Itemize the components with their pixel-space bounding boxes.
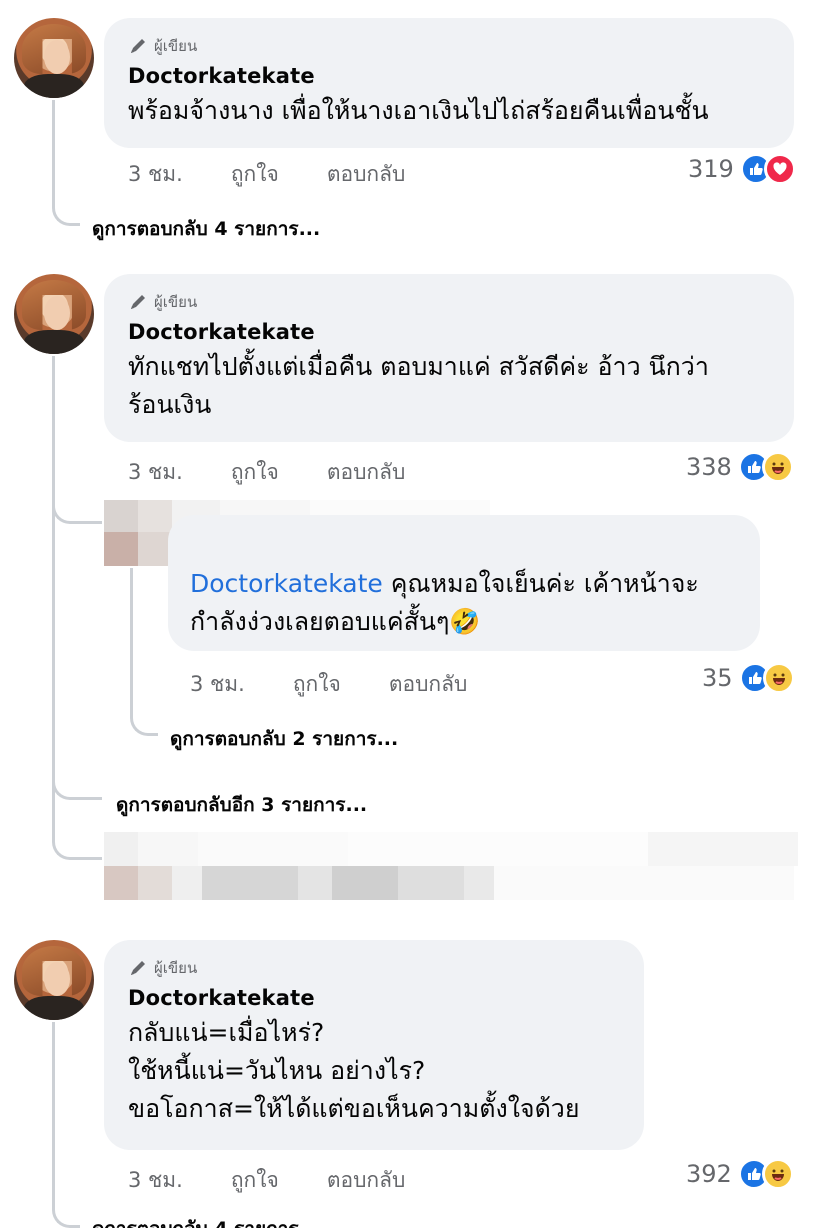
comment-text-line: กลับแน่=เมื่อไหร่?: [128, 1018, 325, 1047]
thread-connector: [52, 1022, 80, 1228]
reply-button[interactable]: ตอบกลับ: [327, 1164, 406, 1197]
mention-link[interactable]: Doctorkatekate: [190, 569, 383, 598]
comment-bubble: ผู้เขียน Doctorkatekate พร้อมจ้างนาง เพื…: [104, 18, 794, 148]
comment-text: พร้อมจ้างนาง เพื่อให้นางเอาเงินไปไถ่สร้อ…: [128, 96, 709, 125]
thread-connector: [52, 786, 102, 860]
reply-button[interactable]: ตอบกลับ: [327, 158, 406, 191]
like-button[interactable]: ถูกใจ: [231, 158, 279, 191]
pencil-icon: [131, 39, 145, 53]
comment-bubble: ผู้เขียน Doctorkatekate ทักแชทไปตั้งแต่เ…: [104, 274, 794, 442]
commenter-name[interactable]: Doctorkatekate: [128, 320, 770, 344]
view-more-replies[interactable]: ดูการตอบกลับ 4 รายการ...: [92, 214, 320, 244]
thread-connector: [130, 568, 158, 736]
comment-time[interactable]: 3 ชม.: [128, 158, 183, 191]
like-button[interactable]: ถูกใจ: [231, 1164, 279, 1197]
like-button[interactable]: ถูกใจ: [231, 456, 279, 489]
thread-connector: [52, 480, 102, 524]
haha-icon: [761, 1158, 794, 1190]
avatar[interactable]: [14, 18, 94, 98]
view-more-replies[interactable]: ดูการตอบกลับ 2 รายการ...: [170, 724, 398, 754]
reaction-count: 35: [702, 664, 733, 692]
reply-bubble: Doctorkatekate คุณหมอใจเย็นค่ะ เค้าหน้าจ…: [168, 515, 760, 651]
love-icon: [763, 153, 796, 185]
comment-text-line: ใช้หนี้แน่=วันไหน อย่างไร?: [128, 1056, 426, 1085]
author-badge: ผู้เขียน: [128, 290, 770, 314]
avatar[interactable]: [14, 940, 94, 1020]
commenter-name[interactable]: Doctorkatekate: [128, 986, 620, 1010]
reaction-summary[interactable]: 338: [686, 451, 794, 483]
reaction-count: 319: [688, 155, 734, 183]
blurred-comment: [104, 832, 798, 866]
reaction-summary[interactable]: 392: [686, 1158, 794, 1190]
blurred-comment: [104, 866, 794, 900]
comment-text-line: ร้อนเงิน: [128, 390, 212, 419]
reaction-summary[interactable]: 319: [688, 153, 796, 185]
view-more-replies[interactable]: ดูการตอบกลับอีก 3 รายการ...: [116, 790, 367, 820]
comment-bubble: ผู้เขียน Doctorkatekate กลับแน่=เมื่อไหร…: [104, 940, 644, 1150]
author-badge-label: ผู้เขียน: [154, 37, 198, 55]
thread-line: [52, 356, 55, 786]
author-badge-label: ผู้เขียน: [154, 293, 198, 311]
comment-text-line: ขอโอกาส=ให้ได้แต่ขอเห็นความตั้งใจด้วย: [128, 1094, 580, 1123]
avatar[interactable]: [14, 274, 94, 354]
author-badge: ผู้เขียน: [128, 34, 770, 58]
view-more-replies[interactable]: ดูการตอบกลับ 4 รายการ...: [92, 1214, 320, 1228]
haha-icon: [761, 451, 794, 483]
comment-text-line: ทักแชทไปตั้งแต่เมื่อคืน ตอบมาแค่ สวัสดีค…: [128, 352, 709, 381]
reaction-summary[interactable]: 35: [702, 662, 795, 694]
haha-icon: [762, 662, 795, 694]
pencil-icon: [131, 961, 145, 975]
like-button[interactable]: ถูกใจ: [293, 668, 341, 701]
reply-time[interactable]: 3 ชม.: [190, 668, 245, 701]
thread-connector: [52, 100, 80, 226]
reply-button[interactable]: ตอบกลับ: [327, 456, 406, 489]
reaction-count: 392: [686, 1160, 732, 1188]
comment-time[interactable]: 3 ชม.: [128, 456, 183, 489]
pencil-icon: [131, 295, 145, 309]
reply-button[interactable]: ตอบกลับ: [389, 668, 468, 701]
author-badge: ผู้เขียน: [128, 956, 620, 980]
comment-time[interactable]: 3 ชม.: [128, 1164, 183, 1197]
commenter-name[interactable]: Doctorkatekate: [128, 64, 770, 88]
reply-text-line: กำลังง่วงเลยตอบแค่สั้นๆ🤣: [190, 607, 481, 636]
reaction-count: 338: [686, 453, 732, 481]
author-badge-label: ผู้เขียน: [154, 959, 198, 977]
reply-text-line: คุณหมอใจเย็นค่ะ เค้าหน้าจะ: [382, 569, 699, 598]
